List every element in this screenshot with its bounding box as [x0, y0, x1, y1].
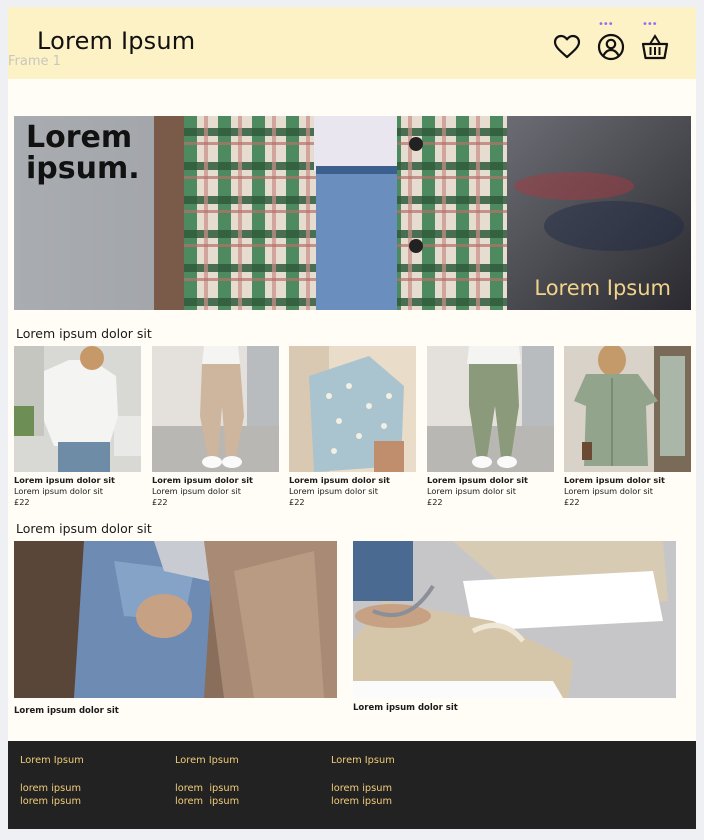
product-card[interactable]: Lorem ipsum dolor sit Lorem ipsum dolor … — [427, 346, 554, 508]
product-card[interactable]: Lorem ipsum dolor sit Lorem ipsum dolor … — [152, 346, 279, 508]
product-price: £22 — [289, 497, 305, 507]
product-card[interactable]: Lorem ipsum dolor sit Lorem ipsum dolor … — [564, 346, 691, 508]
footer-heading[interactable]: Lorem Ipsum — [331, 755, 395, 766]
more-dots-icon: ••• — [598, 19, 614, 30]
product-price: £22 — [152, 497, 168, 507]
footer-link[interactable]: lorem ipsum — [331, 795, 395, 808]
section-title: Lorem ipsum dolor sit — [16, 326, 152, 341]
product-image[interactable] — [564, 346, 691, 472]
product-price: £22 — [427, 497, 443, 507]
product-price: £22 — [564, 497, 580, 507]
product-name: Lorem ipsum dolor sit — [14, 475, 115, 485]
product-card[interactable]: Lorem ipsum dolor sit Lorem ipsum dolor … — [14, 346, 141, 508]
more-dots-icon: ••• — [642, 19, 658, 30]
feature-image[interactable] — [353, 541, 676, 698]
footer-link[interactable]: lorem ipsum — [175, 782, 239, 795]
footer-column: Lorem Ipsum lorem ipsum lorem ipsum — [331, 755, 395, 808]
product-image[interactable] — [152, 346, 279, 472]
footer-heading[interactable]: Lorem Ipsum — [175, 755, 239, 766]
footer-link[interactable]: lorem ipsum — [331, 782, 395, 795]
basket-icon[interactable] — [641, 33, 669, 61]
feature-image[interactable] — [14, 541, 337, 698]
footer-column: Lorem Ipsum lorem ipsum lorem ipsum — [175, 755, 239, 808]
hero-subtitle: Lorem Ipsum — [534, 276, 671, 300]
feature-caption: Lorem ipsum dolor sit — [353, 703, 458, 713]
frame-label: Frame 1 — [8, 54, 61, 69]
product-name: Lorem ipsum dolor sit — [152, 475, 253, 485]
product-image[interactable] — [14, 346, 141, 472]
user-icon[interactable] — [597, 33, 625, 61]
footer-heading[interactable]: Lorem Ipsum — [20, 755, 84, 766]
heart-icon[interactable] — [553, 33, 581, 61]
footer-link[interactable]: lorem ipsum — [20, 782, 84, 795]
product-name: Lorem ipsum dolor sit — [427, 475, 528, 485]
hero-title: Lorem ipsum. — [26, 120, 140, 186]
product-desc: Lorem ipsum dolor sit — [564, 486, 653, 496]
product-name: Lorem ipsum dolor sit — [564, 475, 665, 485]
footer-column: Lorem Ipsum lorem ipsum lorem ipsum — [20, 755, 84, 808]
site-footer: Lorem Ipsum lorem ipsum lorem ipsum Lore… — [8, 741, 696, 829]
product-image[interactable] — [289, 346, 416, 472]
footer-link[interactable]: lorem ipsum — [175, 795, 239, 808]
product-desc: Lorem ipsum dolor sit — [152, 486, 241, 496]
hero-banner[interactable]: Lorem ipsum. Lorem Ipsum — [14, 116, 691, 310]
product-desc: Lorem ipsum dolor sit — [289, 486, 378, 496]
product-desc: Lorem ipsum dolor sit — [427, 486, 516, 496]
product-name: Lorem ipsum dolor sit — [289, 475, 390, 485]
product-desc: Lorem ipsum dolor sit — [14, 486, 103, 496]
product-price: £22 — [14, 497, 30, 507]
feature-caption: Lorem ipsum dolor sit — [14, 706, 119, 716]
feature-card[interactable]: Lorem ipsum dolor sit — [353, 541, 676, 713]
product-image[interactable] — [427, 346, 554, 472]
site-logo[interactable]: Lorem Ipsum — [37, 27, 195, 55]
site-header: Lorem Ipsum ••• ••• — [8, 7, 696, 79]
section-title: Lorem ipsum dolor sit — [16, 521, 152, 536]
feature-card[interactable]: Lorem ipsum dolor sit — [14, 541, 337, 716]
footer-link[interactable]: lorem ipsum — [20, 795, 84, 808]
product-card[interactable]: Lorem ipsum dolor sit Lorem ipsum dolor … — [289, 346, 416, 508]
